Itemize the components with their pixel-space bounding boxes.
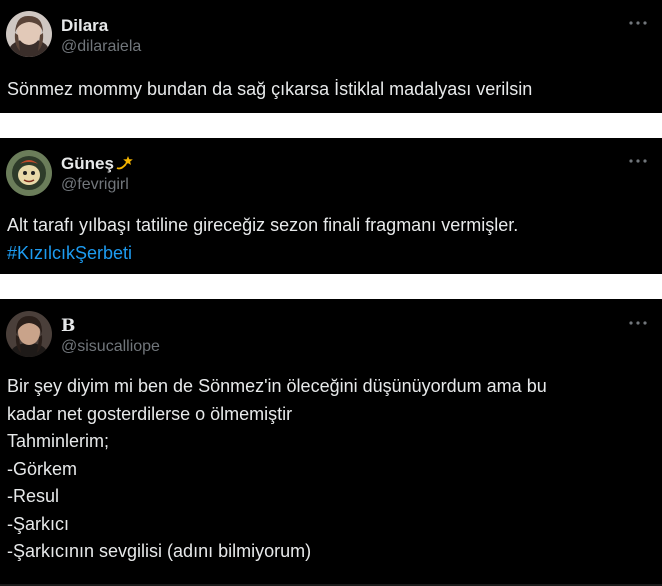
avatar[interactable] xyxy=(6,150,52,196)
tweet-text-line: kadar net gosterdilerse o ölmemiştir xyxy=(7,403,293,424)
more-options-icon[interactable] xyxy=(628,158,648,168)
avatar[interactable] xyxy=(6,11,52,57)
tweet-card-gunes[interactable]: Güneş @fevrigirl Alt tarafı yılbaşı tati… xyxy=(0,138,662,274)
avatar[interactable] xyxy=(6,311,52,357)
more-options-icon[interactable] xyxy=(628,320,648,330)
tweet-card-b[interactable]: B @sisucalliope Bir şey diyim mi ben de … xyxy=(0,299,662,586)
display-name[interactable]: Güneş xyxy=(61,154,135,176)
tweet-card-dilara[interactable]: Dilara @dilaraiela Sönmez mommy bundan d… xyxy=(0,0,662,113)
more-options-icon[interactable] xyxy=(628,20,648,30)
tweet-text: Bir şey diyim mi ben de Sönmez'in öleceğ… xyxy=(7,373,547,566)
tweet-text: Alt tarafı yılbaşı tatiline gireceğiz se… xyxy=(7,212,518,267)
tweet-text-line: Tahminlerim; xyxy=(7,431,110,451)
dizzy-star-icon xyxy=(115,155,135,176)
tweet-text-line: -Görkem xyxy=(7,458,78,479)
display-name[interactable]: B xyxy=(61,316,75,336)
tweet-screenshot-collage: Dilara @dilaraiela Sönmez mommy bundan d… xyxy=(0,0,662,586)
user-handle[interactable]: @sisucalliope xyxy=(61,338,160,356)
tweet-text-line: Bir şey diyim mi ben de Sönmez'in öleceğ… xyxy=(7,376,547,396)
hashtag-link[interactable]: #KızılcıkŞerbeti xyxy=(7,240,518,268)
user-handle[interactable]: @dilaraiela xyxy=(61,38,141,56)
tweet-text-line: -Şarkıcı xyxy=(7,513,70,534)
tweet-text-line: -Resul xyxy=(7,486,60,506)
tweet-text: Sönmez mommy bundan da sağ çıkarsa İstik… xyxy=(7,79,533,99)
display-name[interactable]: Dilara xyxy=(61,16,108,36)
tweet-text-line: Alt tarafı yılbaşı tatiline gireceğiz se… xyxy=(7,215,519,235)
tweet-text-line: -Şarkıcının sevgilisi (adını bilmiyorum) xyxy=(7,541,312,561)
display-name-text: Güneş xyxy=(61,154,114,173)
user-handle[interactable]: @fevrigirl xyxy=(61,176,129,194)
